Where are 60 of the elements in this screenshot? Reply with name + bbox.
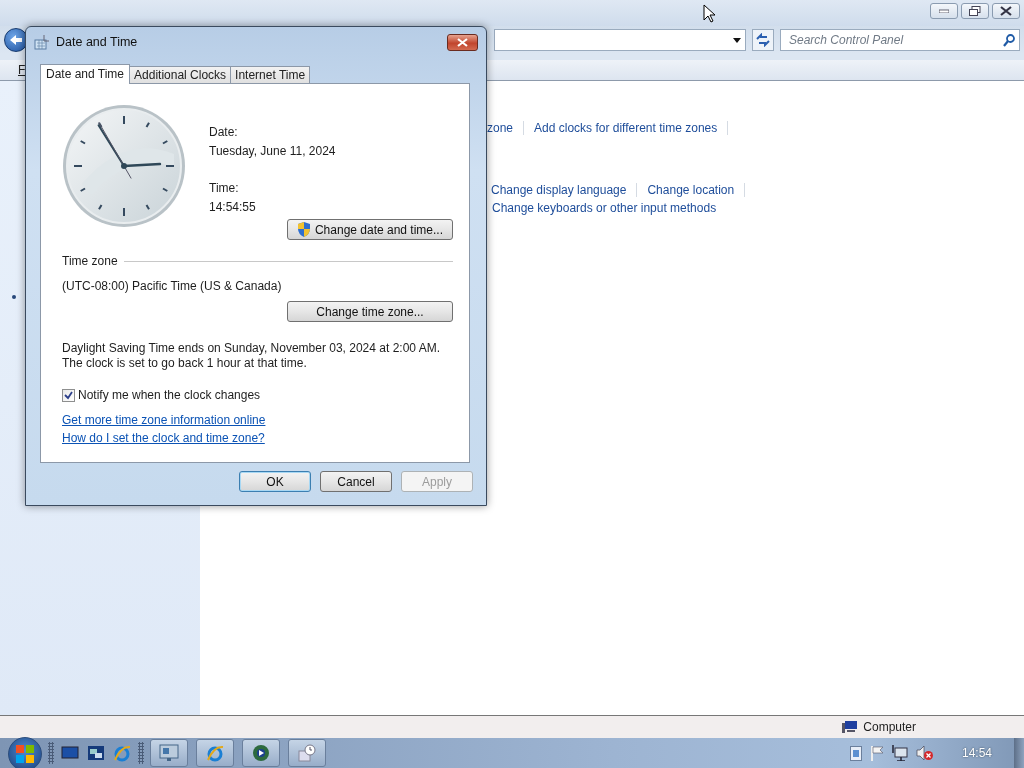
status-location: Computer (863, 720, 916, 734)
restore-icon (969, 6, 981, 16)
date-label: Date: (209, 124, 239, 141)
dst-note: Daylight Saving Time ends on Sunday, November 03, 2024 at 2:00 AM. The clock is set to go back 1 hour at that time. (62, 341, 441, 371)
refresh-icon (755, 33, 771, 47)
mouse-cursor-icon (703, 4, 716, 23)
close-button[interactable] (447, 33, 478, 51)
flag-icon[interactable] (869, 745, 884, 761)
browser-icon (206, 744, 224, 762)
address-field[interactable] (494, 29, 746, 51)
search-icon[interactable] (1003, 33, 1015, 47)
play-icon (252, 744, 270, 762)
windows-stack-icon[interactable] (86, 743, 106, 763)
windows-logo (16, 745, 34, 763)
window-title: Date and Time (56, 35, 139, 49)
search-box[interactable]: Search Control Panel (780, 29, 1020, 51)
minimize-icon (939, 9, 949, 13)
task-link[interactable]: Change location (637, 183, 746, 197)
close-icon (457, 37, 468, 47)
back-button[interactable] (4, 28, 28, 52)
change-date-time-button[interactable]: Change date and time... (287, 219, 453, 240)
date-value: Tuesday, June 11, 2024 (209, 143, 336, 160)
search-field[interactable]: Search Control Panel (787, 32, 1003, 48)
refresh-button[interactable] (752, 29, 774, 51)
computer-icon (842, 720, 859, 734)
clock-calendar-icon (34, 34, 50, 50)
checkbox-label[interactable]: Notify me when the clock changes (78, 388, 261, 402)
dialog-button[interactable]: OK (239, 471, 311, 492)
checkbox[interactable] (62, 388, 75, 402)
restore-button[interactable] (961, 3, 989, 19)
document-icon[interactable] (849, 745, 862, 761)
change-time-zone-button[interactable]: Change time zone... (287, 301, 453, 322)
media-player-task[interactable] (242, 739, 280, 767)
tab[interactable]: Internet Time (230, 66, 311, 83)
arrow-icon (9, 34, 23, 46)
tab[interactable]: Additional Clocks (129, 66, 232, 83)
control-panel-task[interactable] (150, 739, 188, 767)
section-heading: Time zone (62, 254, 118, 268)
muted-speaker-icon[interactable] (915, 745, 934, 761)
check-icon (64, 390, 73, 400)
bullet-icon (12, 295, 16, 299)
menu-item[interactable]: F (18, 63, 26, 77)
network-icon[interactable] (891, 745, 908, 761)
tab[interactable]: Date and Time (40, 64, 131, 84)
close-icon (1000, 6, 1012, 16)
time-value: 14:54:55 (209, 199, 257, 216)
dialog-button[interactable]: Cancel (320, 471, 392, 492)
help-link[interactable]: Get more time zone information online (62, 413, 266, 427)
date-time-task[interactable] (288, 739, 326, 767)
start-button[interactable] (8, 737, 42, 768)
time-label: Time: (209, 180, 240, 197)
timezone-text: (UTC-08:00) Pacific Time (US & Canada) (62, 279, 283, 293)
shield-icon (296, 222, 311, 237)
help-link[interactable]: How do I set the clock and time zone? (62, 431, 265, 445)
close-button[interactable] (992, 3, 1020, 19)
clock-calendar-icon (298, 744, 316, 762)
caret-icon[interactable] (733, 37, 741, 43)
browser-task[interactable] (196, 739, 234, 767)
monitor-icon (159, 744, 179, 762)
task-link[interactable]: Add clocks for different time zones (524, 121, 729, 135)
